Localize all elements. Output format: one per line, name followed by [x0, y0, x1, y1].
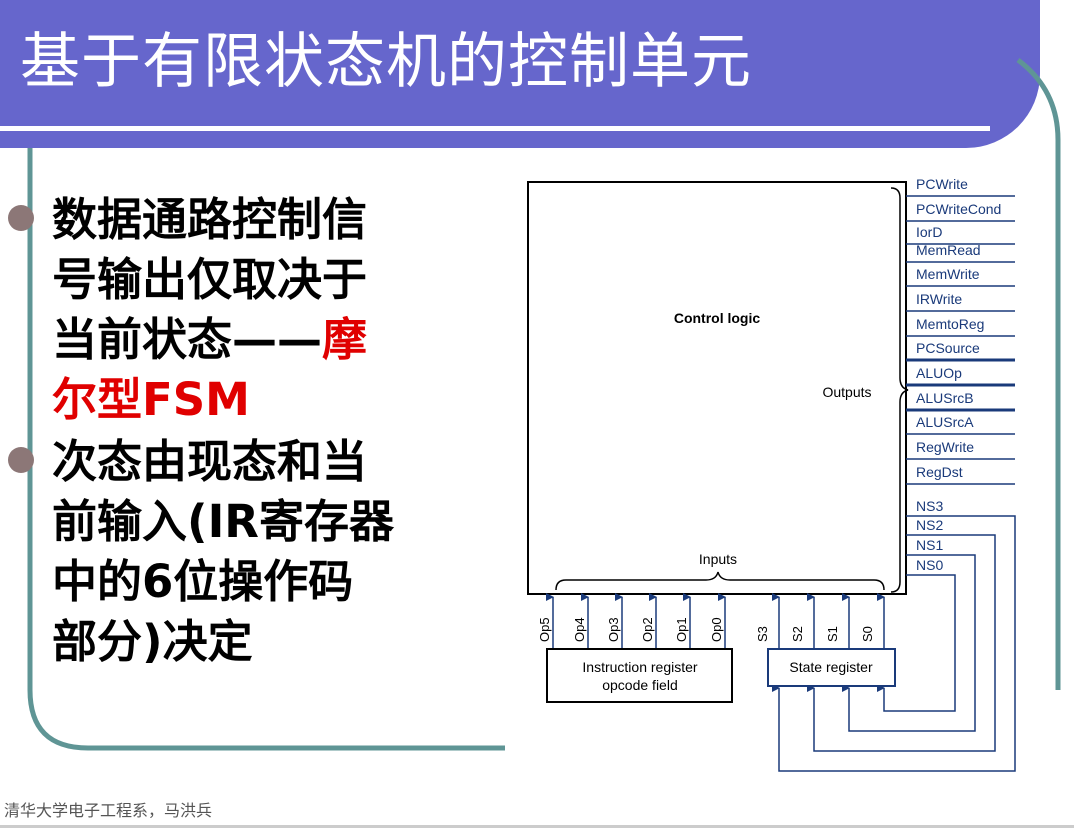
output-signal-label: MemRead [916, 242, 981, 258]
state-input-label: S2 [790, 626, 805, 642]
output-signal-label: MemWrite [916, 266, 980, 282]
next-state-label: NS1 [916, 537, 943, 553]
opcode-input-label: Op2 [640, 617, 655, 642]
opcode-input-label: Op0 [709, 617, 724, 642]
outputs-label: Outputs [822, 384, 871, 400]
state-input-label: S0 [860, 626, 875, 642]
output-signal-label: PCWriteCond [916, 201, 1001, 217]
next-state-feedback-wire [877, 574, 956, 712]
output-signal-label: ALUSrcB [916, 390, 974, 406]
output-signal-label: PCWrite [916, 176, 968, 192]
output-signal-label: ALUSrcA [916, 414, 974, 430]
opcode-input-label: Op5 [537, 617, 552, 642]
output-signal-label: RegWrite [916, 439, 974, 455]
opcode-input-label: Op1 [674, 617, 689, 642]
instruction-register-label-2: opcode field [602, 677, 678, 693]
output-signal-label: ALUOp [916, 365, 962, 381]
instruction-register-label-1: Instruction register [582, 659, 697, 675]
footer-line [0, 825, 1074, 828]
state-inputs: S3 S2 S1 S0 [755, 593, 885, 649]
next-state-label: NS2 [916, 517, 943, 533]
state-register-label: State register [789, 659, 873, 675]
opcode-inputs: Op5 Op4 Op3 Op2 Op1 Op0 [537, 593, 726, 649]
output-signal-label: MemtoReg [916, 316, 984, 332]
inputs-label: Inputs [699, 551, 737, 567]
opcode-input-label: Op3 [606, 617, 621, 642]
fsm-diagram: Control logic Outputs Inputs PCWritePCWr… [527, 176, 1016, 772]
output-signal-label: IRWrite [916, 291, 962, 307]
output-signals: PCWrite PCWriteCond IorD MemRead MemWrite IRW… [906, 176, 1015, 485]
next-state-label: NS3 [916, 498, 943, 514]
state-input-label: S1 [825, 626, 840, 642]
output-signal-label: PCSource [916, 340, 980, 356]
next-state-label: NS0 [916, 557, 943, 573]
output-signal-label: IorD [916, 224, 942, 240]
output-signal-label: RegDst [916, 464, 963, 480]
state-input-label: S3 [755, 626, 770, 642]
opcode-input-label: Op4 [572, 617, 587, 642]
control-logic-label: Control logic [674, 310, 761, 326]
instruction-register-box [546, 648, 733, 703]
footer-text: 清华大学电子工程系，马洪兵 [4, 801, 213, 820]
